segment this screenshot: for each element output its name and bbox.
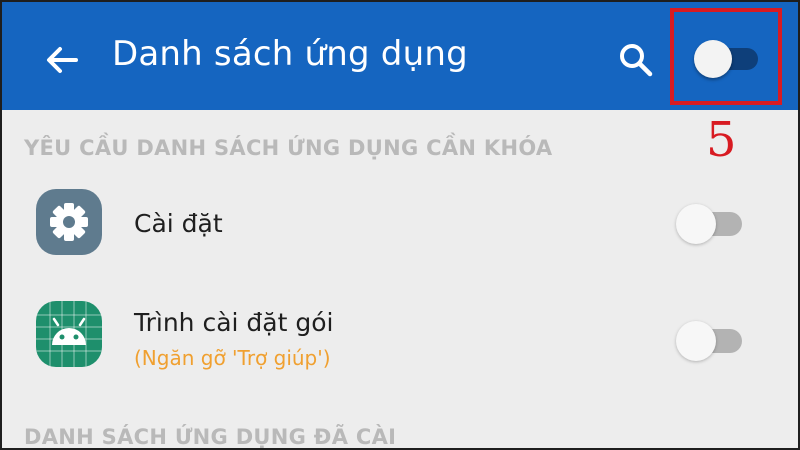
- package-installer-app-icon: [36, 301, 102, 367]
- toggle-thumb: [676, 321, 716, 361]
- list-item-settings[interactable]: Cài đặt: [0, 178, 800, 278]
- list-item-subtitle: (Ngăn gỡ 'Trợ giúp'): [134, 346, 331, 370]
- list-item-title: Trình cài đặt gói: [134, 308, 334, 337]
- toggle-thumb: [676, 204, 716, 244]
- step-number-label: 5: [706, 112, 737, 168]
- list-item-package-installer[interactable]: Trình cài đặt gói (Ngăn gỡ 'Trợ giúp'): [0, 290, 800, 390]
- list-item-title: Cài đặt: [134, 209, 223, 238]
- settings-app-icon: [36, 189, 102, 255]
- package-installer-lock-toggle[interactable]: [676, 320, 746, 361]
- section-header-lock-required: YÊU CẦU DANH SÁCH ỨNG DỤNG CẦN KHÓA: [24, 136, 553, 160]
- highlight-box: [670, 8, 782, 105]
- settings-lock-toggle[interactable]: [676, 203, 746, 244]
- search-button[interactable]: [612, 36, 660, 84]
- page-title: Danh sách ứng dụng: [112, 34, 468, 74]
- search-icon: [620, 44, 653, 77]
- section-header-installed-apps: DANH SÁCH ỨNG DỤNG ĐÃ CÀI: [24, 425, 397, 449]
- arrow-left-icon: [47, 47, 78, 73]
- back-button[interactable]: [38, 36, 86, 84]
- android-icon: [36, 301, 102, 367]
- gear-icon: [50, 203, 88, 241]
